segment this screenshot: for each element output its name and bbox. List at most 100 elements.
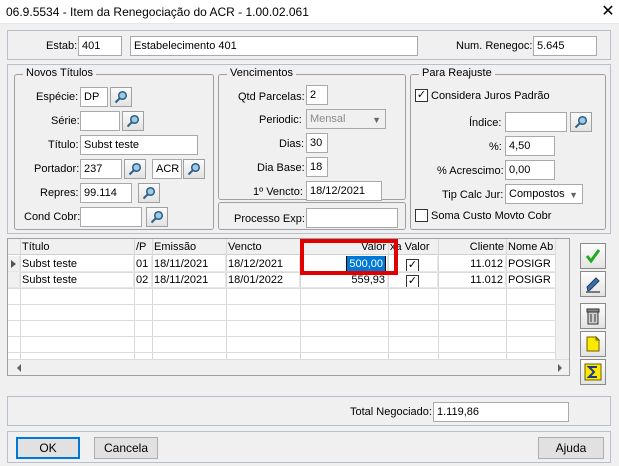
carteira-search-button[interactable] xyxy=(183,159,205,179)
col-header-vencto[interactable]: Vencto xyxy=(226,239,300,255)
cell-cliente[interactable]: 11.012 xyxy=(438,256,506,272)
baixa-valor-checkbox[interactable]: ✓ xyxy=(406,275,419,287)
row-indicator[interactable] xyxy=(8,256,20,272)
periodic-select[interactable]: Mensal ▼ xyxy=(306,109,386,129)
soma-custo-checkbox[interactable] xyxy=(415,209,428,222)
confirm-button[interactable] xyxy=(580,243,606,269)
dia-base-field[interactable]: 18 xyxy=(306,157,328,177)
para-reajuste-title: Para Reajuste xyxy=(419,67,495,79)
processo-exp-label: Processo Exp: xyxy=(234,213,305,225)
search-icon xyxy=(187,162,201,176)
indice-label: Índice: xyxy=(469,117,502,129)
col-header-emissao[interactable]: Emissão xyxy=(152,239,226,255)
horizontal-scrollbar[interactable] xyxy=(8,359,569,375)
cell-vencto[interactable]: 18/01/2022 xyxy=(226,272,300,288)
cancel-button[interactable]: Cancela xyxy=(94,437,158,459)
help-button[interactable]: Ajuda xyxy=(538,437,604,459)
periodic-value: Mensal xyxy=(310,113,346,125)
cell-titulo[interactable]: Subst teste xyxy=(20,272,134,288)
cell-parcela[interactable]: 02 xyxy=(134,272,152,288)
titulo-label: Título: xyxy=(48,139,79,151)
primeiro-vencto-field[interactable]: 18/12/2021 xyxy=(306,181,382,201)
chevron-down-icon: ▼ xyxy=(569,190,578,200)
serie-label: Série: xyxy=(51,115,80,127)
num-renegoc-field[interactable]: 5.645 xyxy=(533,36,597,56)
parcelas-grid[interactable]: Título /P Emissão Vencto Valor xa Valor … xyxy=(7,238,570,376)
tip-calc-jur-value: Compostos xyxy=(509,188,565,200)
considera-juros-checkbox[interactable]: ✓ xyxy=(415,89,428,102)
portador-search-button[interactable] xyxy=(124,159,146,179)
row-indicator[interactable] xyxy=(8,272,20,288)
repres-search-button[interactable] xyxy=(138,183,160,203)
search-icon xyxy=(150,210,164,224)
chevron-down-icon: ▼ xyxy=(372,115,381,125)
cell-nome-ab[interactable]: POSIGR xyxy=(506,272,556,288)
sum-button[interactable] xyxy=(580,359,606,385)
qtd-parcelas-field[interactable]: 2 xyxy=(306,85,328,105)
indice-search-button[interactable] xyxy=(570,112,592,132)
pct-field[interactable]: 4,50 xyxy=(505,136,555,156)
especie-label: Espécie: xyxy=(36,91,79,103)
total-negociado-label: Total Negociado: xyxy=(350,406,432,418)
dias-field[interactable]: 30 xyxy=(306,133,328,153)
grid-row-divider xyxy=(8,288,556,289)
tip-calc-jur-select[interactable]: Compostos ▼ xyxy=(505,184,583,204)
cell-titulo[interactable]: Subst teste xyxy=(20,256,134,272)
grid-row-divider xyxy=(8,320,556,321)
grid-row-divider xyxy=(8,352,556,353)
note-icon xyxy=(586,335,601,352)
search-icon xyxy=(128,162,142,176)
total-negociado-field[interactable]: 1.119,86 xyxy=(433,402,569,422)
col-header-cliente[interactable]: Cliente xyxy=(438,239,506,255)
cell-emissao[interactable]: 18/11/2021 xyxy=(152,256,226,272)
indice-field[interactable] xyxy=(505,112,567,132)
cell-cliente[interactable]: 11.012 xyxy=(438,272,506,288)
vertical-scrollbar[interactable] xyxy=(555,239,569,361)
cell-nome-ab[interactable]: POSIGR xyxy=(506,256,556,272)
cell-parcela[interactable]: 01 xyxy=(134,256,152,272)
window-title: 06.9.5534 - Item da Renegociação do ACR … xyxy=(6,5,309,19)
dias-label: Dias: xyxy=(279,138,305,150)
cond-cobr-search-button[interactable] xyxy=(146,207,168,227)
considera-juros-label: Considera Juros Padrão xyxy=(431,90,550,102)
cell-emissao[interactable]: 18/11/2021 xyxy=(152,272,226,288)
especie-search-button[interactable] xyxy=(110,87,132,107)
grid-row-divider xyxy=(8,304,556,305)
qtd-parcelas-label: Qtd Parcelas: xyxy=(238,91,305,103)
cond-cobr-field[interactable] xyxy=(80,207,142,227)
repres-field[interactable]: 99.114 xyxy=(80,183,132,203)
sigma-icon xyxy=(584,363,602,381)
estab-code-field[interactable]: 401 xyxy=(78,36,122,56)
carteira-field[interactable]: ACR xyxy=(152,159,182,179)
serie-field[interactable] xyxy=(80,111,120,131)
estab-name-field[interactable]: Estabelecimento 401 xyxy=(130,36,418,56)
search-icon xyxy=(126,114,140,128)
tip-calc-jur-label: Tip Calc Jur: xyxy=(442,189,504,201)
title-bar: 06.9.5534 - Item da Renegociação do ACR … xyxy=(0,0,619,24)
serie-search-button[interactable] xyxy=(122,111,144,131)
repres-label: Repres: xyxy=(40,187,79,199)
portador-label: Portador: xyxy=(34,163,80,175)
col-header-parcela[interactable]: /P xyxy=(134,239,152,255)
ok-button[interactable]: OK xyxy=(16,437,80,459)
titulo-field[interactable]: Subst teste xyxy=(80,135,198,155)
delete-button[interactable] xyxy=(580,303,606,329)
dia-base-label: Dia Base: xyxy=(257,162,305,174)
col-header-titulo[interactable]: Título xyxy=(20,239,134,255)
baixa-valor-checkbox[interactable]: ✓ xyxy=(406,259,419,271)
estab-label: Estab: xyxy=(46,40,78,52)
scrollbar-arrows xyxy=(17,364,562,372)
highlight-box xyxy=(300,239,398,275)
cell-vencto[interactable]: 18/12/2021 xyxy=(226,256,300,272)
pct-acrescimo-field[interactable]: 0,00 xyxy=(505,160,555,180)
checkmark-icon xyxy=(585,249,601,264)
edit-button[interactable] xyxy=(580,271,606,297)
pct-acrescimo-label: % Acrescimo: xyxy=(437,165,504,177)
col-header-nome-ab[interactable]: Nome Ab xyxy=(506,239,556,255)
portador-field[interactable]: 237 xyxy=(80,159,122,179)
especie-field[interactable]: DP xyxy=(80,87,108,107)
note-button[interactable] xyxy=(580,331,606,357)
vencimentos-title: Vencimentos xyxy=(227,67,296,79)
processo-exp-field[interactable] xyxy=(306,208,398,228)
close-icon[interactable]: ✕ xyxy=(597,0,619,24)
